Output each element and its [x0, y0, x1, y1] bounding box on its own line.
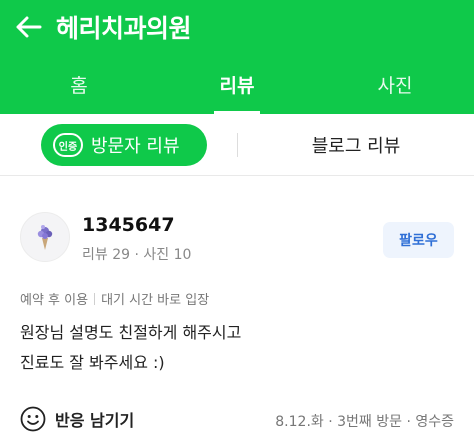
- blog-review-tab[interactable]: 블로그 리뷰: [238, 124, 474, 166]
- review-footer: 반응 남기기 8.12.화 · 3번째 방문 · 영수증: [0, 398, 474, 433]
- review-text: 원장님 설명도 친절하게 해주시고 진료도 잘 봐주세요 :): [20, 318, 450, 378]
- smiley-icon: [20, 406, 46, 432]
- verified-badge: 인증: [53, 133, 83, 157]
- tag-item: 대기 시간 바로 입장: [101, 293, 210, 308]
- back-button[interactable]: [6, 0, 50, 54]
- avatar[interactable]: [20, 212, 70, 262]
- follow-button[interactable]: 팔로우: [383, 222, 454, 258]
- react-button[interactable]: 반응 남기기: [20, 406, 134, 432]
- page-title: 헤리치과의원: [56, 14, 192, 43]
- visit-tags: 예약 후 이용 대기 시간 바로 입장: [20, 289, 209, 308]
- tag-divider: [94, 292, 96, 305]
- tab-review[interactable]: 리뷰: [158, 54, 316, 114]
- tag-item: 예약 후 이용: [20, 293, 89, 308]
- review-username[interactable]: 1345647: [82, 214, 175, 236]
- flower-icon: [37, 225, 53, 250]
- arrow-left-icon: [16, 16, 42, 38]
- review-subtabs: 인증 방문자 리뷰 블로그 리뷰: [0, 114, 474, 176]
- react-label: 반응 남기기: [55, 411, 135, 430]
- tab-photo[interactable]: 사진: [316, 54, 474, 114]
- tab-home[interactable]: 홈: [0, 54, 158, 114]
- review-line: 진료도 잘 봐주세요 :): [20, 353, 165, 372]
- app-header: 헤리치과의원: [0, 0, 474, 54]
- visitor-review-label: 방문자 리뷰: [91, 136, 180, 157]
- visit-info: 8.12.화 · 3번째 방문 · 영수증: [275, 414, 454, 430]
- main-tabs: 홈 리뷰 사진: [0, 54, 474, 114]
- review-line: 원장님 설명도 친절하게 해주시고: [20, 323, 242, 342]
- reviewer-stats: 리뷰 29 · 사진 10: [82, 247, 192, 263]
- visitor-review-tab[interactable]: 인증 방문자 리뷰: [41, 124, 207, 166]
